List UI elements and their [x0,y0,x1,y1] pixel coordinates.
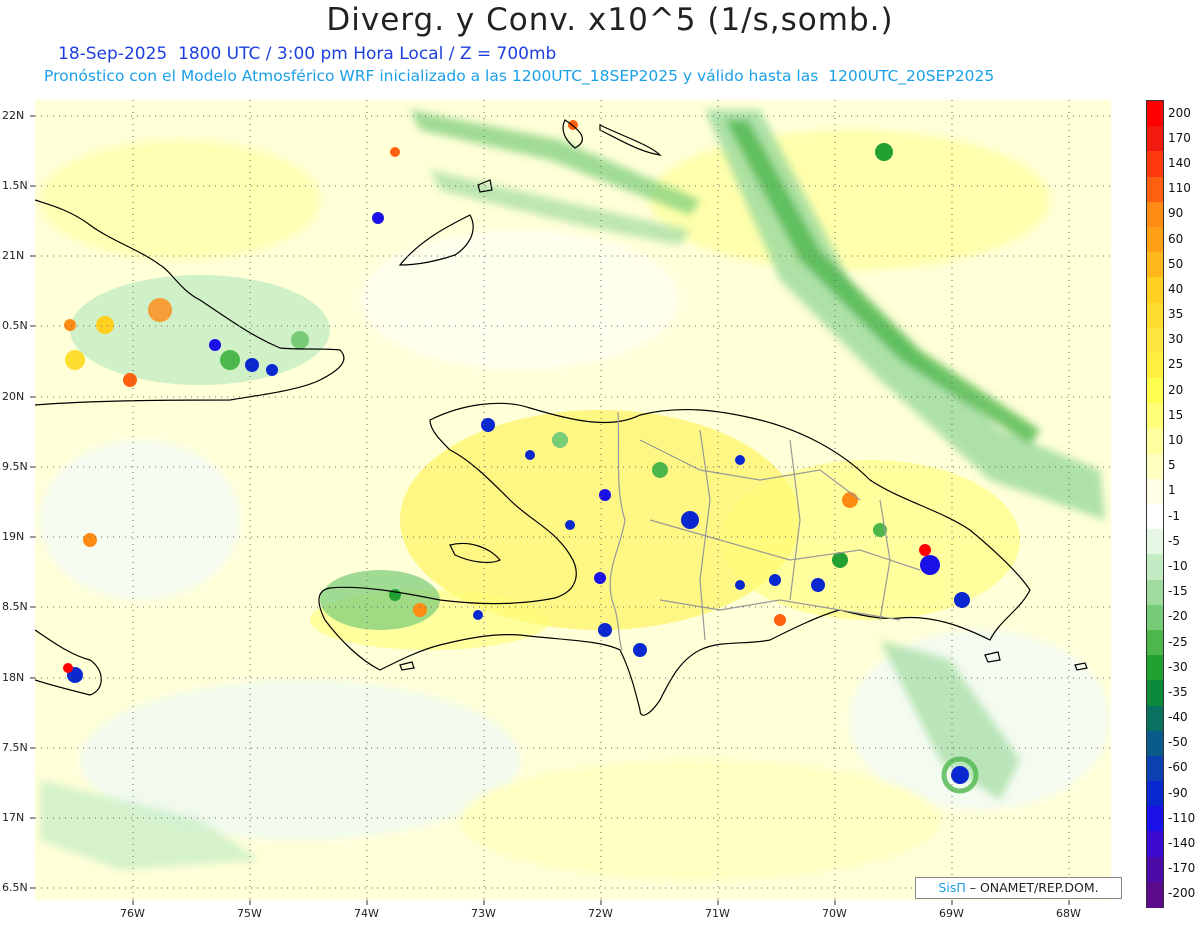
color-scale-swatch [1147,730,1163,757]
field-layer [35,100,1111,900]
color-scale-swatch [1147,806,1163,832]
color-scale-label: -140 [1168,836,1196,851]
color-scale-swatch [1147,579,1163,606]
color-scale-bar [1146,100,1164,908]
color-scale-swatch [1147,453,1163,480]
color-scale-swatch [1147,655,1163,681]
color-scale-label: -50 [1168,735,1188,750]
color-scale-label: -90 [1168,785,1188,800]
map-canvas [30,100,1111,905]
lon-label: 73W [471,907,496,920]
color-scale-swatch [1147,831,1163,858]
lat-label: 8.5N [2,600,28,613]
color-scale-label: 30 [1168,332,1184,347]
color-scale-label: -170 [1168,861,1196,876]
lon-label: 76W [120,907,145,920]
color-scale-swatch [1147,327,1163,354]
lat-label: 17N [2,811,25,824]
lon-label: 69W [939,907,964,920]
color-scale-swatch [1147,856,1163,883]
color-scale-label: 90 [1168,206,1184,221]
color-scale-swatch [1147,226,1163,253]
color-scale-label: 110 [1168,181,1191,196]
color-scale-label: 1 [1168,483,1176,498]
lon-label: 75W [237,907,262,920]
color-scale-label: 60 [1168,231,1184,246]
lat-label: 7.5N [2,741,28,754]
lon-label: 71W [705,907,730,920]
lat-label: 6.5N [2,881,28,894]
page-title: Diverg. y Conv. x10^5 (1/s,somb.) [326,2,894,38]
color-scale-swatch [1147,529,1163,555]
color-scale-label: 200 [1168,105,1191,120]
lat-label: 21N [2,249,25,262]
color-scale-swatch [1147,176,1163,203]
color-scale-swatch [1147,478,1163,505]
color-scale-swatch [1147,604,1163,631]
lat-label: 0.5N [2,319,28,332]
color-scale-swatch [1147,504,1163,530]
color-scale-label: 170 [1168,130,1191,145]
sispi-logo: SisΠ [938,880,966,895]
credit-org: – ONAMET/REP.DOM. [969,880,1099,895]
color-scale-label: -5 [1168,533,1180,548]
color-scale-label: -200 [1168,886,1196,901]
color-scale-label: 5 [1168,458,1176,473]
lon-label: 70W [822,907,847,920]
lat-label: 20N [2,390,25,403]
lat-label: 18N [2,671,25,684]
color-scale-label: -20 [1168,609,1188,624]
color-scale-label: -30 [1168,659,1188,674]
color-scale-label: 10 [1168,433,1184,448]
color-scale-swatch [1147,554,1163,581]
color-scale-swatch [1147,126,1163,152]
color-scale-label: -35 [1168,684,1188,699]
color-scale-label: 35 [1168,307,1184,322]
color-scale-label: 20 [1168,382,1184,397]
color-scale-label: 50 [1168,256,1184,271]
color-scale-swatch [1147,755,1163,782]
color-scale-swatch [1147,201,1163,228]
credit-box: SisΠ – ONAMET/REP.DOM. [915,877,1122,899]
color-scale-label: 140 [1168,155,1191,170]
color-scale-swatch [1147,378,1163,404]
model-info: Pronóstico con el Modelo Atmosférico WRF… [44,67,995,85]
color-scale-swatch [1147,680,1163,706]
color-scale-swatch [1147,101,1163,127]
color-scale-label: -25 [1168,634,1188,649]
color-scale-label: 40 [1168,281,1184,296]
color-scale-swatch [1147,252,1163,278]
color-scale-swatch [1147,705,1163,732]
lon-label: 74W [354,907,379,920]
color-scale-label: 15 [1168,407,1184,422]
lon-label: 72W [588,907,613,920]
color-scale-label: -15 [1168,584,1188,599]
color-scale-label: -60 [1168,760,1188,775]
color-scale-swatch [1147,352,1163,379]
forecast-time: 18-Sep-2025 1800 UTC / 3:00 pm Hora Loca… [58,44,557,64]
color-scale-swatch [1147,302,1163,329]
color-scale-swatch [1147,428,1163,455]
lat-label: 1.5N [2,179,28,192]
color-scale-label: -10 [1168,558,1188,573]
color-scale-swatch [1147,881,1163,908]
color-scale-swatch [1147,403,1163,429]
color-scale-label: -1 [1168,508,1180,523]
lat-label: 22N [2,109,25,122]
lat-label: 19N [2,530,25,543]
color-scale-swatch [1147,781,1163,807]
color-scale-swatch [1147,151,1163,178]
color-scale-label: 25 [1168,357,1184,372]
color-scale-swatch [1147,629,1163,656]
lon-label: 68W [1056,907,1081,920]
color-scale-label: -110 [1168,810,1196,825]
lat-label: 9.5N [2,460,28,473]
color-scale-swatch [1147,277,1163,303]
color-scale-label: -40 [1168,710,1188,725]
